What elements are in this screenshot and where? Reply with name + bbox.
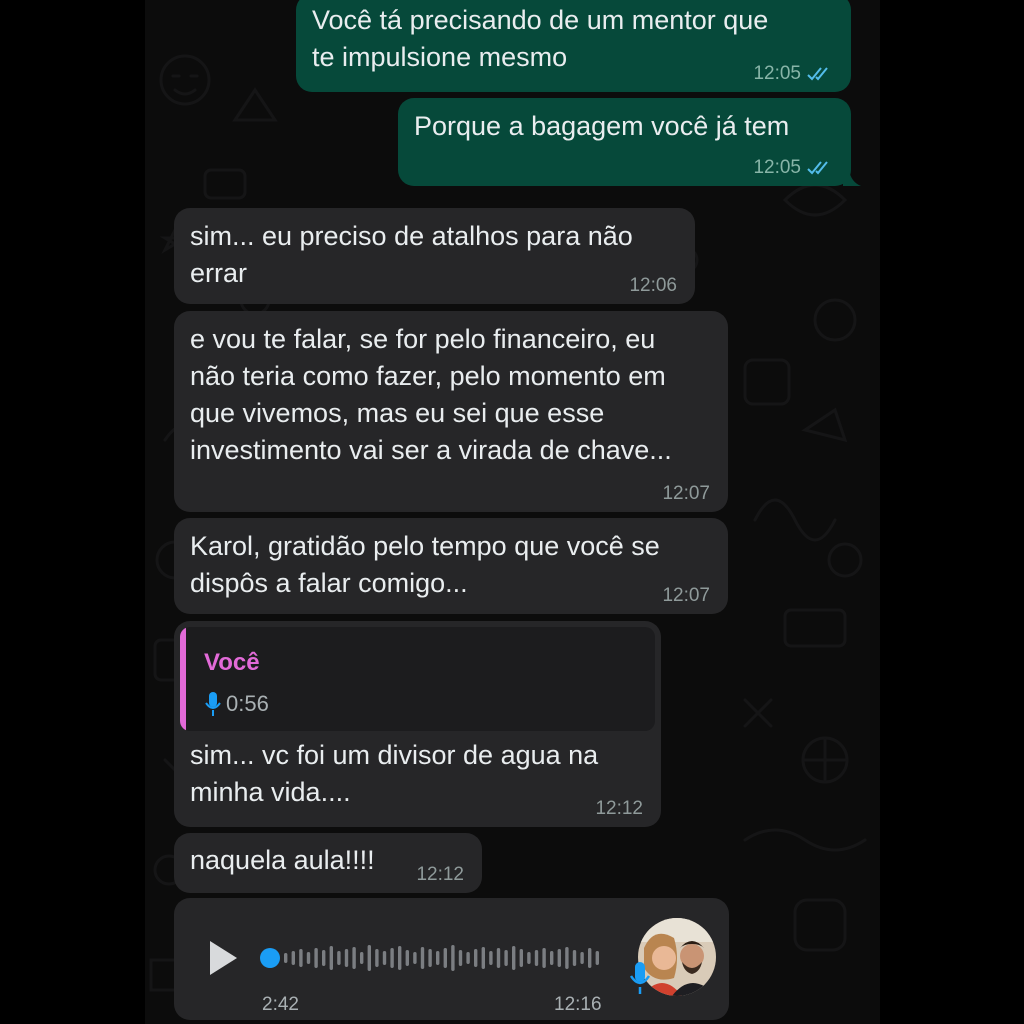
- play-icon[interactable]: [206, 938, 240, 978]
- chat-view: Você tá precisando de um mentor que te i…: [145, 0, 880, 1024]
- waveform-bar: [337, 951, 341, 965]
- message-text: Karol, gratidão pelo tempo que você se d…: [190, 531, 660, 598]
- waveform-bar: [534, 950, 539, 966]
- message-time: 12:05: [753, 63, 801, 84]
- waveform-bar: [329, 946, 333, 970]
- waveform-bar: [367, 945, 371, 971]
- waveform-bar: [572, 950, 577, 966]
- message-meta: 12:05: [753, 158, 833, 178]
- waveform-bar: [451, 945, 455, 971]
- waveform-bar: [519, 949, 523, 967]
- waveform-bar: [595, 951, 599, 965]
- microphone-icon: [629, 962, 651, 994]
- message-meta: 12:12: [595, 799, 643, 819]
- waveform-bar: [580, 952, 584, 964]
- message-text: sim... eu preciso de atalhos para não er…: [190, 221, 633, 288]
- waveform-bar: [466, 952, 470, 964]
- voice-message[interactable]: 2:42 12:16: [174, 898, 729, 1020]
- waveform-bar: [512, 946, 516, 970]
- waveform-bar: [550, 951, 554, 965]
- message-incoming[interactable]: naquela aula!!!! 12:12: [174, 833, 482, 893]
- message-meta: 12:06: [629, 276, 677, 296]
- quote-duration: 0:56: [226, 691, 269, 716]
- voice-waveform[interactable]: [260, 942, 610, 974]
- waveform-bar: [284, 953, 288, 963]
- waveform-bar: [443, 948, 447, 968]
- waveform-bar: [291, 951, 295, 965]
- waveform-bar: [481, 947, 485, 969]
- message-time: 12:06: [629, 275, 677, 296]
- waveform-bar: [382, 951, 387, 965]
- waveform-bar: [344, 949, 349, 967]
- waveform-bar: [299, 949, 303, 967]
- message-text: Porque a bagagem você já tem: [414, 111, 790, 141]
- message-meta: 12:07: [662, 484, 710, 504]
- waveform-bar: [398, 946, 402, 970]
- waveform-bar: [375, 949, 379, 967]
- message-text: e vou te falar, se for pelo financeiro, …: [190, 324, 672, 465]
- waveform-bar: [489, 951, 493, 965]
- message-time: 12:07: [662, 585, 710, 606]
- waveform-bar: [436, 951, 440, 965]
- waveform-bar: [405, 950, 409, 966]
- message-incoming[interactable]: Karol, gratidão pelo tempo que você se d…: [174, 518, 728, 614]
- waveform-bar: [314, 948, 318, 968]
- message-time: 12:12: [595, 798, 643, 819]
- waveform-bar: [322, 950, 326, 966]
- double-check-icon: [807, 161, 828, 175]
- waveform-bar: [458, 950, 463, 966]
- message-time: 12:05: [753, 157, 801, 178]
- waveform-bar: [360, 952, 364, 964]
- quoted-message[interactable]: Você 0:56: [180, 627, 655, 731]
- voice-duration: 2:42: [262, 994, 299, 1015]
- microphone-icon: [205, 691, 221, 716]
- message-text: sim... vc foi um divisor de agua na minh…: [190, 740, 599, 807]
- quote-accent-bar: [180, 627, 186, 731]
- waveform-bar: [420, 947, 425, 969]
- waveform-bar: [474, 949, 478, 967]
- waveform-bar: [496, 948, 501, 968]
- double-check-icon: [807, 67, 828, 81]
- waveform-bar: [428, 949, 432, 967]
- message-meta: 12:05: [753, 64, 833, 84]
- waveform-bar: [542, 948, 546, 968]
- waveform-bar: [588, 948, 592, 968]
- waveform-bar: [352, 947, 356, 969]
- waveform-bar: [527, 952, 531, 964]
- bubble-tail: [843, 170, 861, 186]
- message-time: 12:07: [662, 483, 710, 504]
- message-incoming-reply[interactable]: Você 0:56 sim... vc foi um divisor de ag…: [174, 621, 661, 827]
- message-time: 12:16: [554, 994, 602, 1015]
- message-outgoing[interactable]: Porque a bagagem você já tem 12:05: [398, 98, 861, 186]
- waveform-bar: [565, 947, 569, 969]
- quote-voice-duration-row: 0:56: [204, 685, 269, 722]
- message-incoming[interactable]: sim... eu preciso de atalhos para não er…: [174, 208, 695, 304]
- message-meta: 12:07: [662, 586, 710, 606]
- playback-position-handle[interactable]: [260, 948, 280, 968]
- waveform-bar: [306, 952, 311, 964]
- message-meta: 12:12: [416, 865, 464, 885]
- message-time: 12:12: [416, 864, 464, 885]
- waveform-bar: [390, 948, 394, 968]
- waveform-bar: [504, 950, 508, 966]
- waveform-bar: [413, 952, 417, 964]
- message-incoming[interactable]: e vou te falar, se for pelo financeiro, …: [174, 311, 728, 512]
- message-outgoing[interactable]: Você tá precisando de um mentor que te i…: [296, 0, 851, 92]
- quote-author: Você: [204, 649, 260, 676]
- waveform-bar: [557, 949, 561, 967]
